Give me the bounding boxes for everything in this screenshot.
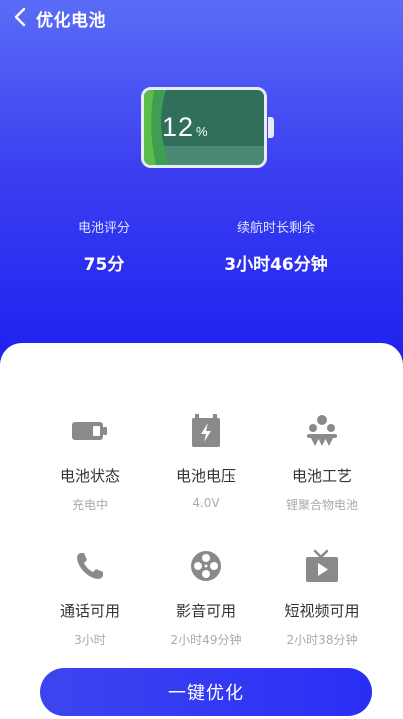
header-background [0,0,403,380]
grid-item-value: 3小时 [74,633,106,647]
phone-icon [70,546,110,586]
optimize-button[interactable]: 一键优化 [40,668,372,716]
info-panel [0,343,403,719]
grid-item-value: 充电中 [71,498,108,512]
page-title: 优化电池 [36,11,106,31]
grid-item-title: 电池工艺 [291,467,352,485]
battery-icon [70,411,110,451]
grid-item-title: 电池电压 [175,467,236,485]
battery-tip [268,117,274,138]
film-reel-icon [186,546,226,586]
battery-graphic: 12 % [141,87,274,168]
battery-score-label: 电池评分 [77,221,130,236]
battery-level-readout: 12 % [162,112,208,143]
molecule-icon [302,411,342,451]
battery-score: 电池评分 75分 [54,217,154,275]
grid-item-value: 2小时49分钟 [170,633,242,647]
grid-item-value: 锂聚合物电池 [285,498,358,512]
grid-item-title: 通话可用 [59,602,120,620]
top-bar: 优化电池 [0,0,403,34]
battery-remaining: 续航时长剩余 3小时46分钟 [198,217,354,275]
grid-item-battery-process: 电池工艺 锂聚合物电池 [255,411,389,513]
battery-percent-unit: % [196,124,208,139]
grid-item-battery-voltage: 电池电压 4.0V [139,411,273,510]
chevron-left-icon [14,7,26,27]
battery-percent-value: 12 [162,112,195,142]
battery-remaining-value: 3小时46分钟 [224,255,328,275]
grid-item-value: 2小时38分钟 [286,633,358,647]
grid-item-value: 4.0V [192,496,220,510]
grid-item-media-time: 影音可用 2小时49分钟 [139,546,273,648]
back-button[interactable] [9,5,31,29]
battery-score-value: 75分 [83,255,125,275]
battery-body: 12 % [141,87,267,168]
grid-item-title: 短视频可用 [284,602,360,620]
grid-item-call-time: 通话可用 3小时 [23,546,157,648]
battery-remaining-label: 续航时长剩余 [236,221,315,236]
tv-play-icon [302,546,342,586]
grid-item-battery-status: 电池状态 充电中 [23,411,157,513]
grid-item-short-video-time: 短视频可用 2小时38分钟 [255,546,389,648]
grid-item-title: 电池状态 [59,467,120,485]
voltage-icon [186,411,226,451]
grid-item-title: 影音可用 [175,602,236,620]
